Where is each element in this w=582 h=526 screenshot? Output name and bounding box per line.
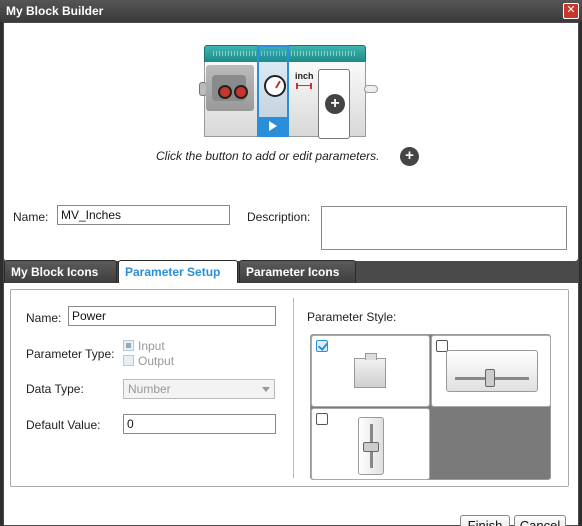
block-name-input[interactable]: MV_Inches <box>57 205 230 225</box>
description-label: Description: <box>247 210 311 224</box>
block-name-label: Name: <box>13 210 49 224</box>
my-block-preview: inch + <box>199 45 378 139</box>
parameter-name-input[interactable]: Power <box>68 306 276 326</box>
output-radio[interactable] <box>123 355 134 366</box>
inch-parameter-label: inch <box>295 71 314 81</box>
style-port-checkbox[interactable] <box>316 340 328 352</box>
style-option-port[interactable] <box>311 335 430 407</box>
parameter-style-grid <box>310 334 551 480</box>
move-block-icon <box>206 65 254 111</box>
tab-parameter-setup[interactable]: Parameter Setup <box>118 260 238 284</box>
parameter-name-label: Name: <box>26 311 62 325</box>
window-title: My Block Builder <box>6 4 104 18</box>
horizontal-slider-icon <box>446 350 538 392</box>
style-vslider-checkbox[interactable] <box>316 413 328 425</box>
finish-button[interactable]: Finish <box>460 515 510 526</box>
default-value-label: Default Value: <box>26 418 101 432</box>
parameter-type-input-option[interactable]: Input <box>123 339 165 353</box>
add-parameter-button[interactable]: + <box>400 147 419 166</box>
cancel-button[interactable]: Cancel <box>514 515 566 526</box>
tab-my-block-icons[interactable]: My Block Icons <box>4 260 117 283</box>
power-gauge-icon <box>264 75 286 97</box>
title-bar: My Block Builder ✕ <box>0 0 582 22</box>
default-value-input[interactable]: 0 <box>123 414 276 434</box>
parameter-style-label: Parameter Style: <box>307 310 397 324</box>
input-radio[interactable] <box>123 340 134 351</box>
parameter-setup-panel: Name: Power Parameter Type: Input Output… <box>4 283 578 526</box>
data-type-select[interactable]: Number <box>123 379 275 399</box>
block-output-connector <box>364 85 378 93</box>
vertical-divider <box>293 298 294 478</box>
add-parameter-hint: Click the button to add or edit paramete… <box>156 149 380 163</box>
style-option-vertical-slider[interactable] <box>311 408 430 480</box>
parameter-type-output-option[interactable]: Output <box>123 354 174 368</box>
block-preview-panel: inch + Click the button to add or edit p… <box>4 23 578 261</box>
style-option-horizontal-slider[interactable] <box>431 335 551 407</box>
vertical-slider-icon <box>358 417 384 475</box>
add-parameter-slot[interactable]: + <box>318 69 350 139</box>
inch-measure-icon <box>296 83 312 89</box>
tab-parameter-icons[interactable]: Parameter Icons <box>239 260 356 283</box>
plus-icon[interactable]: + <box>325 94 345 114</box>
parameter-settings-box: Name: Power Parameter Type: Input Output… <box>10 289 569 487</box>
parameter-type-label: Parameter Type: <box>26 347 115 361</box>
dialog-body: inch + Click the button to add or edit p… <box>3 22 579 526</box>
description-input[interactable] <box>321 206 567 250</box>
port-style-icon <box>354 353 386 388</box>
close-icon[interactable]: ✕ <box>563 3 579 19</box>
chevron-down-icon <box>262 387 270 392</box>
data-type-label: Data Type: <box>26 382 84 396</box>
play-icon[interactable] <box>259 117 287 135</box>
